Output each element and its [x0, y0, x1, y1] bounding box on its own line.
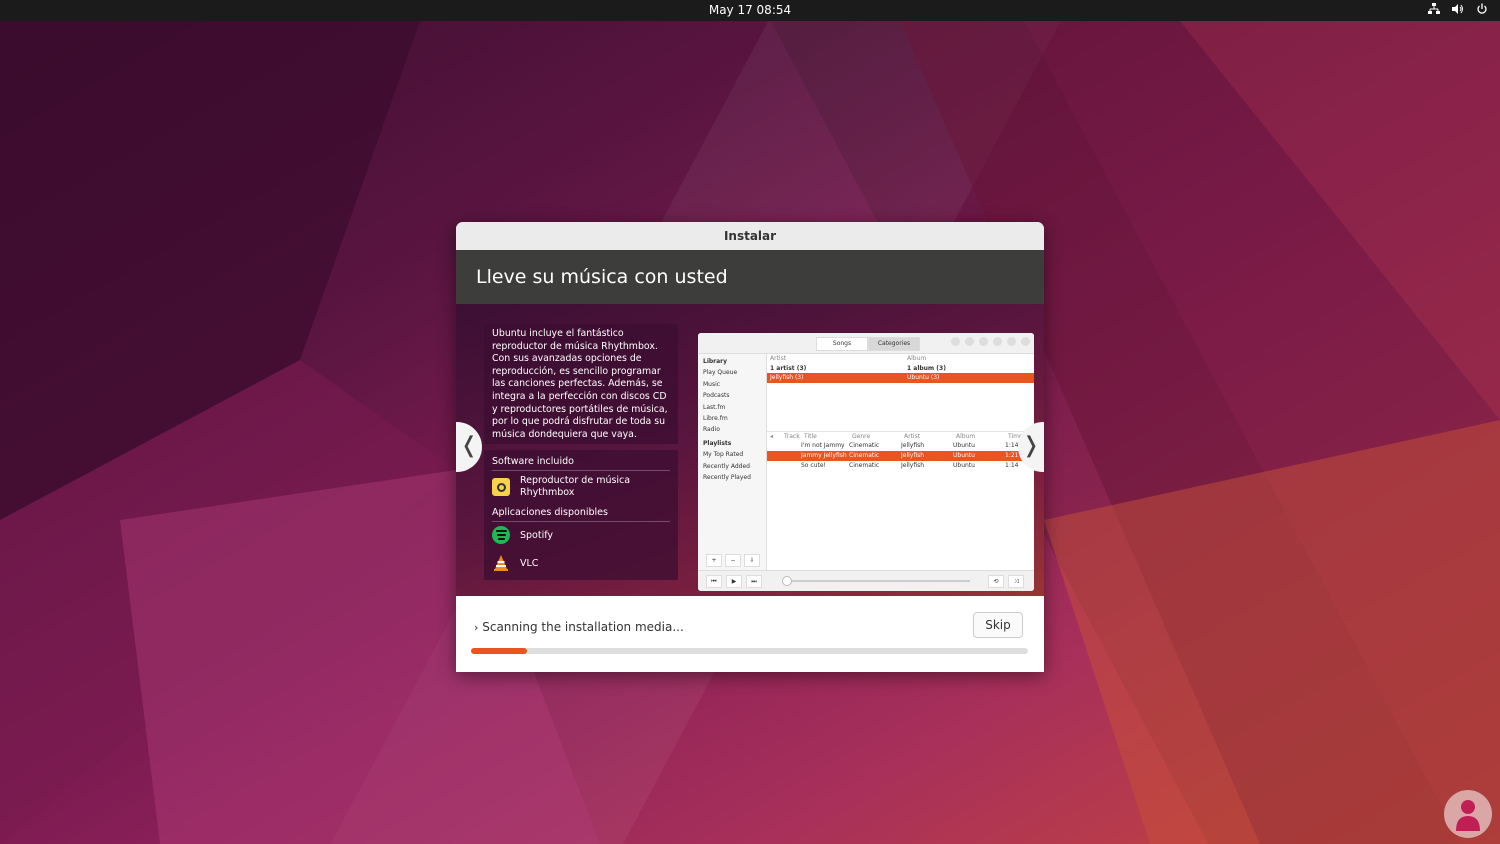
network-icon[interactable]: [1428, 3, 1440, 15]
playlists-title: Playlists: [703, 439, 732, 447]
rhythmbox-transport: ⏮ ▶ ⏭ ⟲ ⤨: [698, 570, 1034, 591]
sidebar-item: Libre.fm: [703, 415, 728, 423]
menu-icon: [979, 337, 988, 346]
tab-categories: Categories: [868, 337, 920, 351]
slide-description: Ubuntu incluye el fantástico reproductor…: [484, 324, 678, 444]
next-track-icon: ⏭: [746, 575, 762, 588]
seek-bar: [786, 580, 970, 582]
app-name: VLC: [520, 557, 539, 569]
rhythmbox-sidebar: Library Play Queue Music Podcasts Last.f…: [698, 354, 767, 570]
sidebar-item: Music: [703, 380, 721, 388]
add-playlist-button: +: [706, 554, 722, 567]
app-name: Reproductor de música Rhythmbox: [520, 475, 631, 498]
rhythmbox-preview: Songs Categories Library Play Queue Musi…: [698, 333, 1034, 591]
search-icon: [951, 337, 960, 346]
import-button: ⇩: [744, 554, 760, 567]
vlc-icon: [494, 555, 508, 571]
sidebar-item: Radio: [703, 426, 720, 434]
track-row: I'm not Jammy Cinematic Jellyfish Ubuntu…: [801, 442, 1019, 450]
app-name: Spotify: [520, 529, 554, 541]
browser-row: Jellyfish (3) Ubuntu (3): [767, 373, 1034, 383]
sidebar-item: Recently Played: [703, 474, 751, 482]
included-software-title: Software incluido: [492, 456, 670, 471]
system-tray[interactable]: [1428, 3, 1488, 15]
track-row: Jammy Jellyfish Cinematic Jellyfish Ubun…: [767, 450, 1034, 461]
sidebar-item: Last.fm: [703, 403, 726, 411]
sidebar-item: My Top Rated: [703, 451, 744, 459]
app-item-vlc: VLC: [492, 554, 670, 572]
sidebar-item: Play Queue: [703, 369, 738, 377]
progress-fill: [471, 648, 527, 654]
volume-icon: ◂: [770, 432, 774, 440]
progress-label: Scanning the installation media...: [482, 620, 684, 634]
previous-track-icon: ⏮: [706, 575, 722, 588]
minimize-icon: [993, 337, 1002, 346]
app-item-rhythmbox: Reproductor de música Rhythmbox: [492, 475, 670, 499]
rhythmbox-headerbar: Songs Categories: [698, 333, 1034, 354]
app-item-spotify: Spotify: [492, 526, 670, 544]
clock[interactable]: May 17 08:54: [0, 3, 1500, 17]
software-panel: Software incluido Reproductor de música …: [484, 450, 678, 580]
available-apps-title: Aplicaciones disponibles: [492, 507, 670, 522]
progress-bar: [471, 648, 1028, 654]
rhythmbox-main: Artist Album 1 artist (3) 1 album (3) Je…: [767, 354, 1034, 570]
track-row: So cute! Cinematic Jellyfish Ubuntu 1:14: [801, 461, 1019, 469]
remove-playlist-button: −: [725, 554, 741, 567]
library-title: Library: [703, 358, 728, 365]
repeat-icon: ⟲: [988, 575, 1004, 588]
shuffle-icon: ⤨: [1008, 575, 1024, 588]
expand-chevron-icon[interactable]: ›: [474, 621, 478, 634]
sidebar-item: Recently Added: [703, 462, 750, 470]
maximize-icon: [1007, 337, 1016, 346]
installer-window: Instalar Lleve su música con usted ❬ Ubu…: [456, 222, 1044, 672]
tab-songs: Songs: [816, 337, 868, 351]
rhythmbox-icon: [492, 478, 510, 496]
seek-handle: [782, 576, 792, 586]
spotify-icon: [492, 526, 510, 544]
person-silhouette-icon: [1456, 800, 1480, 831]
power-icon[interactable]: [1476, 3, 1488, 15]
progress-status[interactable]: › Scanning the installation media...: [474, 620, 684, 634]
browser-header: Artist Album: [770, 355, 927, 362]
top-bar: May 17 08:54: [0, 0, 1500, 21]
skip-button[interactable]: Skip: [973, 612, 1023, 638]
slideshow: ❬ Ubuntu incluye el fantástico reproduct…: [456, 304, 1044, 596]
close-icon: [1021, 337, 1030, 346]
watermark-logo: [1444, 790, 1492, 838]
window-title: Instalar: [456, 222, 1044, 250]
slide-title: Lleve su música con usted: [456, 250, 1044, 304]
installer-footer: › Scanning the installation media... Ski…: [456, 596, 1044, 672]
play-icon: ▶: [726, 575, 742, 588]
previous-slide-button[interactable]: ❬: [456, 422, 482, 472]
volume-icon[interactable]: [1452, 3, 1464, 15]
track-header: ◂ Track Title Genre Artist Album Time: [767, 430, 1034, 442]
more-icon: [965, 337, 974, 346]
browser-row: 1 artist (3) 1 album (3): [770, 364, 946, 372]
sidebar-item: Podcasts: [703, 392, 730, 400]
